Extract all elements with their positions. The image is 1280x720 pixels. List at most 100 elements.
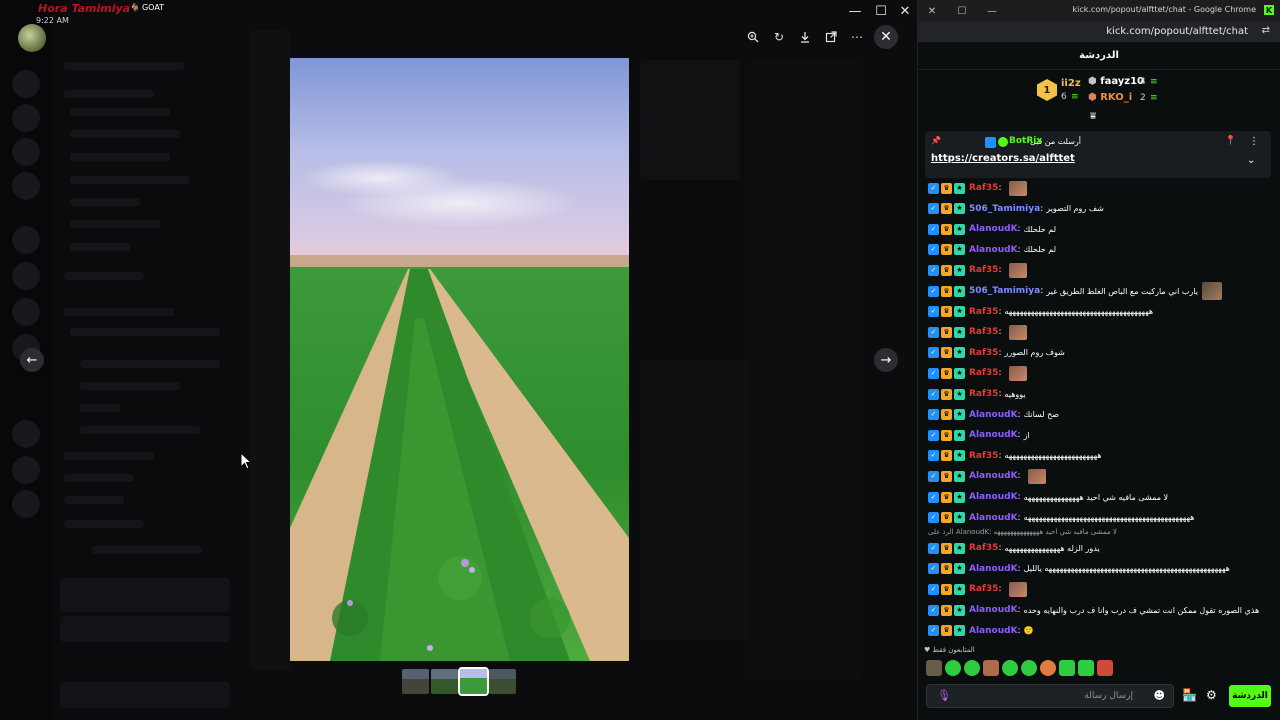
rotate-icon[interactable]: ↻ bbox=[770, 26, 788, 48]
chat-message[interactable]: ✓ ♛ ★ AlanoudK: صح لسانك bbox=[928, 405, 1059, 425]
chat-emote[interactable] bbox=[1008, 365, 1027, 381]
third-name[interactable]: ⬢ RKO_i bbox=[1088, 92, 1132, 103]
chat-message[interactable]: ✓ ♛ ★ AlanoudK: لم حلحلك bbox=[928, 240, 1056, 260]
emoji-icon[interactable]: ☻ bbox=[1154, 689, 1165, 702]
close-window-button[interactable]: ✕ bbox=[924, 3, 940, 19]
emote[interactable] bbox=[1040, 660, 1056, 676]
download-icon[interactable] bbox=[796, 26, 814, 48]
emote[interactable] bbox=[1002, 660, 1018, 676]
emote[interactable] bbox=[983, 660, 999, 676]
emote[interactable] bbox=[1078, 660, 1094, 676]
emote[interactable] bbox=[945, 660, 961, 676]
chat-message[interactable]: ✓ ♛ ★ AlanoudK: 🙂 bbox=[928, 621, 1034, 641]
pinned-link[interactable]: https://creators.sa/alfttet bbox=[931, 153, 1075, 164]
viewer-username[interactable]: Hora Tamimiya bbox=[38, 2, 130, 15]
chat-message[interactable]: ✓ ♛ ★ 506_Tamimiya: يارب اني ماركبت مع الباص… bbox=[928, 281, 1222, 301]
chat-username[interactable]: AlanoudK bbox=[969, 410, 1018, 420]
chat-message[interactable]: ✓ ♛ ★ Raf35: bbox=[928, 178, 1027, 198]
send-chat-button[interactable]: الدردشة bbox=[1229, 685, 1271, 707]
chevron-down-icon[interactable]: ⌄ bbox=[1247, 155, 1255, 166]
chat-message[interactable]: ✓ ♛ ★ Raf35: هههههههههههههههههههههههههه bbox=[928, 446, 1102, 466]
chat-username[interactable]: Raf35 bbox=[969, 584, 998, 594]
chat-username[interactable]: Raf35 bbox=[969, 389, 998, 399]
minimize-button[interactable]: — bbox=[984, 3, 1000, 19]
chat-message[interactable]: ✓ ♛ ★ Raf35: bbox=[928, 260, 1027, 280]
chat-message[interactable]: ✓ ♛ ★ AlanoudK: هههههههههههههههههههههههههههه… bbox=[928, 508, 1194, 528]
chat-username[interactable]: Raf35 bbox=[969, 327, 998, 337]
chat-username[interactable]: AlanoudK bbox=[969, 605, 1018, 615]
chat-username[interactable]: Raf35 bbox=[969, 543, 998, 553]
emote[interactable] bbox=[1097, 660, 1113, 676]
thumbnail[interactable] bbox=[402, 669, 429, 694]
pinned-username[interactable]: BotRix bbox=[1009, 136, 1042, 146]
site-settings-icon[interactable]: ⇄ bbox=[1262, 25, 1270, 36]
chat-emote[interactable] bbox=[1008, 262, 1027, 278]
chat-message[interactable]: ✓ ♛ ★ Raf35: يووهيه bbox=[928, 384, 1026, 404]
previous-image-button[interactable]: ← bbox=[20, 348, 44, 372]
thumbnail[interactable] bbox=[489, 669, 516, 694]
chat-username[interactable]: AlanoudK bbox=[969, 471, 1018, 481]
emote[interactable] bbox=[1021, 660, 1037, 676]
chat-message[interactable]: ✓ ♛ ★ Raf35: يدور الزله هههههههههههههههه bbox=[928, 538, 1100, 558]
chat-username[interactable]: Raf35 bbox=[969, 307, 998, 317]
next-image-button[interactable]: → bbox=[874, 348, 898, 372]
chat-username[interactable]: Raf35 bbox=[969, 348, 998, 358]
chat-username[interactable]: Raf35 bbox=[969, 265, 998, 275]
maximize-button[interactable]: ☐ bbox=[954, 3, 970, 19]
gear-icon[interactable]: ⚙ bbox=[1206, 688, 1217, 702]
chat-message[interactable]: ✓ ♛ ★ AlanoudK: لم حلحلك bbox=[928, 219, 1056, 239]
chat-message[interactable]: ✓ ♛ ★ Raf35: bbox=[928, 579, 1027, 599]
url-text[interactable]: kick.com/popout/alfttet/chat bbox=[1106, 26, 1248, 37]
emote[interactable] bbox=[1059, 660, 1075, 676]
avatar[interactable] bbox=[18, 24, 46, 52]
chat-username[interactable]: 506_Tamimiya bbox=[969, 286, 1040, 296]
chat-username[interactable]: Raf35 bbox=[969, 368, 998, 378]
maximize-button[interactable]: ☐ bbox=[868, 0, 894, 22]
emote[interactable] bbox=[926, 660, 942, 676]
chat-message[interactable]: ✓ ♛ ★ Raf35: شوف روم الصورر bbox=[928, 343, 1065, 363]
viewer-image[interactable] bbox=[290, 58, 629, 661]
chat-username[interactable]: Raf35 bbox=[969, 183, 998, 193]
more-icon[interactable]: ⋯ bbox=[848, 26, 866, 48]
store-icon[interactable]: 🏪 bbox=[1182, 688, 1197, 702]
chat-message[interactable]: ✓ ♛ ★ Raf35: bbox=[928, 322, 1027, 342]
chat-username[interactable]: Raf35 bbox=[969, 451, 998, 461]
chat-input[interactable]: 🎙 إرسال رسالة ☻ bbox=[926, 684, 1174, 708]
open-external-icon[interactable] bbox=[822, 26, 840, 48]
chat-username[interactable]: AlanoudK bbox=[969, 492, 1018, 502]
chat-username[interactable]: 506_Tamimiya bbox=[969, 204, 1040, 214]
unpin-icon[interactable]: 📍 bbox=[1225, 136, 1236, 146]
collapse-leaderboard-icon[interactable]: ⩸ bbox=[1090, 111, 1096, 122]
chat-message[interactable]: ✓ ♛ ★ AlanoudK: لا ممشى مافيه شي احيد هههههه… bbox=[928, 487, 1168, 507]
close-window-button[interactable]: ✕ bbox=[892, 0, 917, 22]
zoom-in-icon[interactable] bbox=[744, 26, 762, 48]
chat-username[interactable]: AlanoudK bbox=[969, 564, 1018, 574]
chat-username[interactable]: AlanoudK bbox=[969, 513, 1018, 523]
chat-username[interactable]: AlanoudK bbox=[969, 626, 1018, 636]
chat-emote[interactable] bbox=[1008, 324, 1027, 340]
chat-emote[interactable] bbox=[1008, 581, 1027, 597]
chat-emote[interactable] bbox=[1201, 282, 1222, 300]
minimize-button[interactable]: — bbox=[842, 0, 868, 22]
leader-name[interactable]: ii2z bbox=[1061, 78, 1081, 89]
chat-message[interactable]: ✓ ♛ ★ AlanoudK: bbox=[928, 466, 1046, 486]
chat-username[interactable]: AlanoudK bbox=[969, 245, 1018, 255]
close-viewer-button[interactable]: ✕ bbox=[874, 25, 898, 49]
chat-message[interactable]: ✓ ♛ ★ 506_Tamimiya: شف روم التصوير bbox=[928, 199, 1104, 219]
chat-message[interactable]: ✓ ♛ ★ AlanoudK: هههههههههههههههههههههههههههه… bbox=[928, 559, 1230, 579]
chat-message[interactable]: ✓ ♛ ★ AlanoudK: از bbox=[928, 425, 1030, 445]
chat-username[interactable]: AlanoudK bbox=[969, 430, 1018, 440]
more-icon[interactable]: ⋮ bbox=[1249, 136, 1259, 147]
address-bar[interactable]: kick.com/popout/alfttet/chat ⇄ bbox=[918, 22, 1280, 42]
second-name[interactable]: ⬢ faayz10 bbox=[1088, 76, 1144, 87]
chat-message[interactable]: ✓ ♛ ★ Raf35: ههههههههههههههههههههههههههههههه… bbox=[928, 302, 1153, 322]
chat-emote[interactable] bbox=[1027, 468, 1046, 484]
chat-message[interactable]: ✓ ♛ ★ Raf35: bbox=[928, 363, 1027, 383]
chat-username[interactable]: AlanoudK bbox=[969, 224, 1018, 234]
thumbnail[interactable] bbox=[431, 669, 458, 694]
microphone-icon[interactable]: 🎙 bbox=[937, 689, 951, 702]
emote[interactable] bbox=[964, 660, 980, 676]
thumbnail-active[interactable] bbox=[458, 667, 489, 696]
chat-emote[interactable] bbox=[1008, 180, 1027, 196]
chat-message[interactable]: ✓ ♛ ★ AlanoudK: هذي الصوره تقول ممكن انت تمش… bbox=[928, 600, 1259, 620]
